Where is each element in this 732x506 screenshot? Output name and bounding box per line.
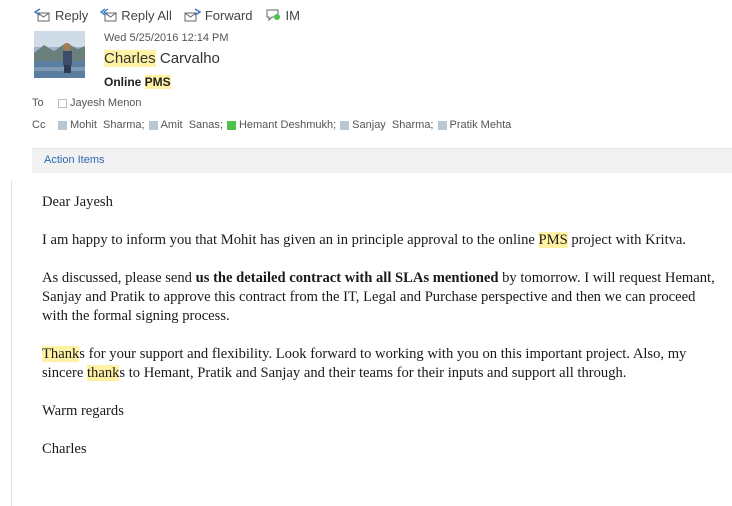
recipient-name: Pratik Mehta	[449, 119, 512, 131]
recipient-name: Jayesh Menon	[70, 97, 142, 109]
to-label: To	[32, 97, 44, 109]
sender-first-name: Charles	[104, 50, 156, 67]
recipient-name: Amit Sanas;	[160, 119, 223, 131]
action-items-bar: Action Items	[32, 148, 732, 173]
presence-away-icon	[437, 120, 447, 130]
sender-last-name: Carvalho	[159, 50, 220, 67]
instant-message-icon	[266, 9, 280, 21]
recipient-sanjay-sharma[interactable]: Sanjay Sharma;	[340, 119, 434, 131]
presence-away-icon	[340, 120, 350, 130]
forward-label: Forward	[204, 7, 253, 23]
closing: Warm regards	[42, 403, 124, 419]
reply-label: Reply	[55, 7, 89, 23]
im-button[interactable]: IM	[265, 8, 300, 23]
recipient-name: Hemant Deshmukh;	[238, 119, 337, 131]
body-divider	[11, 180, 12, 506]
recipient-hemant-deshmukh[interactable]: Hemant Deshmukh;	[226, 119, 337, 131]
highlighted-term: thank	[86, 365, 120, 381]
reply-icon	[34, 7, 50, 21]
recipient-jayesh-menon[interactable]: Jayesh Menon	[58, 97, 142, 109]
recipient-amit-sanas[interactable]: Amit Sanas;	[148, 119, 223, 131]
presence-away-icon	[148, 120, 158, 130]
paragraph-text: s to Hemant, Pratik and Sanjay and their…	[119, 365, 627, 381]
paragraph-text: I am happy to inform you that Mohit has …	[42, 232, 539, 248]
sender-name[interactable]: Charles Carvalho	[104, 50, 220, 67]
paragraph-text: As discussed, please send	[42, 270, 196, 286]
cc-row: Cc Mohit Sharma; Amit Sanas; Hemant Desh…	[32, 119, 515, 131]
greeting: Dear Jayesh	[42, 194, 113, 210]
forward-icon	[184, 7, 201, 21]
signature: Charles	[42, 441, 87, 457]
recipient-name: Mohit Sharma;	[70, 119, 145, 131]
presence-available-icon	[226, 120, 236, 130]
reply-all-icon	[100, 7, 117, 21]
body-paragraph-1: I am happy to inform you that Mohit has …	[42, 231, 722, 250]
recipient-pratik-mehta[interactable]: Pratik Mehta	[437, 119, 512, 131]
sender-avatar[interactable]	[34, 31, 85, 78]
reply-all-label: Reply All	[121, 7, 172, 23]
im-label: IM	[285, 7, 300, 23]
highlighted-term: Thank	[42, 346, 80, 362]
forward-button[interactable]: Forward	[184, 8, 253, 23]
avatar-photo-icon	[34, 31, 85, 78]
subject-highlight: PMS	[144, 75, 171, 89]
sent-date: Wed 5/25/2016 12:14 PM	[104, 32, 229, 44]
reply-all-button[interactable]: Reply All	[100, 8, 172, 23]
reply-button[interactable]: Reply	[34, 8, 88, 23]
presence-offline-icon	[58, 98, 67, 108]
recipient-name: Sanjay Sharma;	[352, 119, 434, 131]
body-paragraph-3: Thanks for your support and flexibility.…	[42, 345, 722, 383]
subject-prefix: Online	[104, 75, 145, 89]
body-paragraph-2: As discussed, please send us the detaile…	[42, 269, 722, 326]
cc-label: Cc	[32, 119, 46, 131]
presence-away-icon	[58, 120, 67, 130]
recipient-mohit-sharma[interactable]: Mohit Sharma;	[58, 119, 145, 131]
message-toolbar: Reply Reply All Forward IM	[34, 6, 312, 24]
highlighted-term: PMS	[538, 232, 568, 248]
message-subject: Online PMS	[104, 75, 171, 89]
to-row: To Jayesh Menon	[32, 97, 146, 109]
paragraph-text: project with Kritva.	[567, 232, 687, 248]
message-body: Dear Jayesh I am happy to inform you tha…	[42, 193, 722, 478]
bold-text: us the detailed contract with all SLAs m…	[195, 270, 499, 286]
action-items-link[interactable]: Action Items	[44, 154, 105, 166]
